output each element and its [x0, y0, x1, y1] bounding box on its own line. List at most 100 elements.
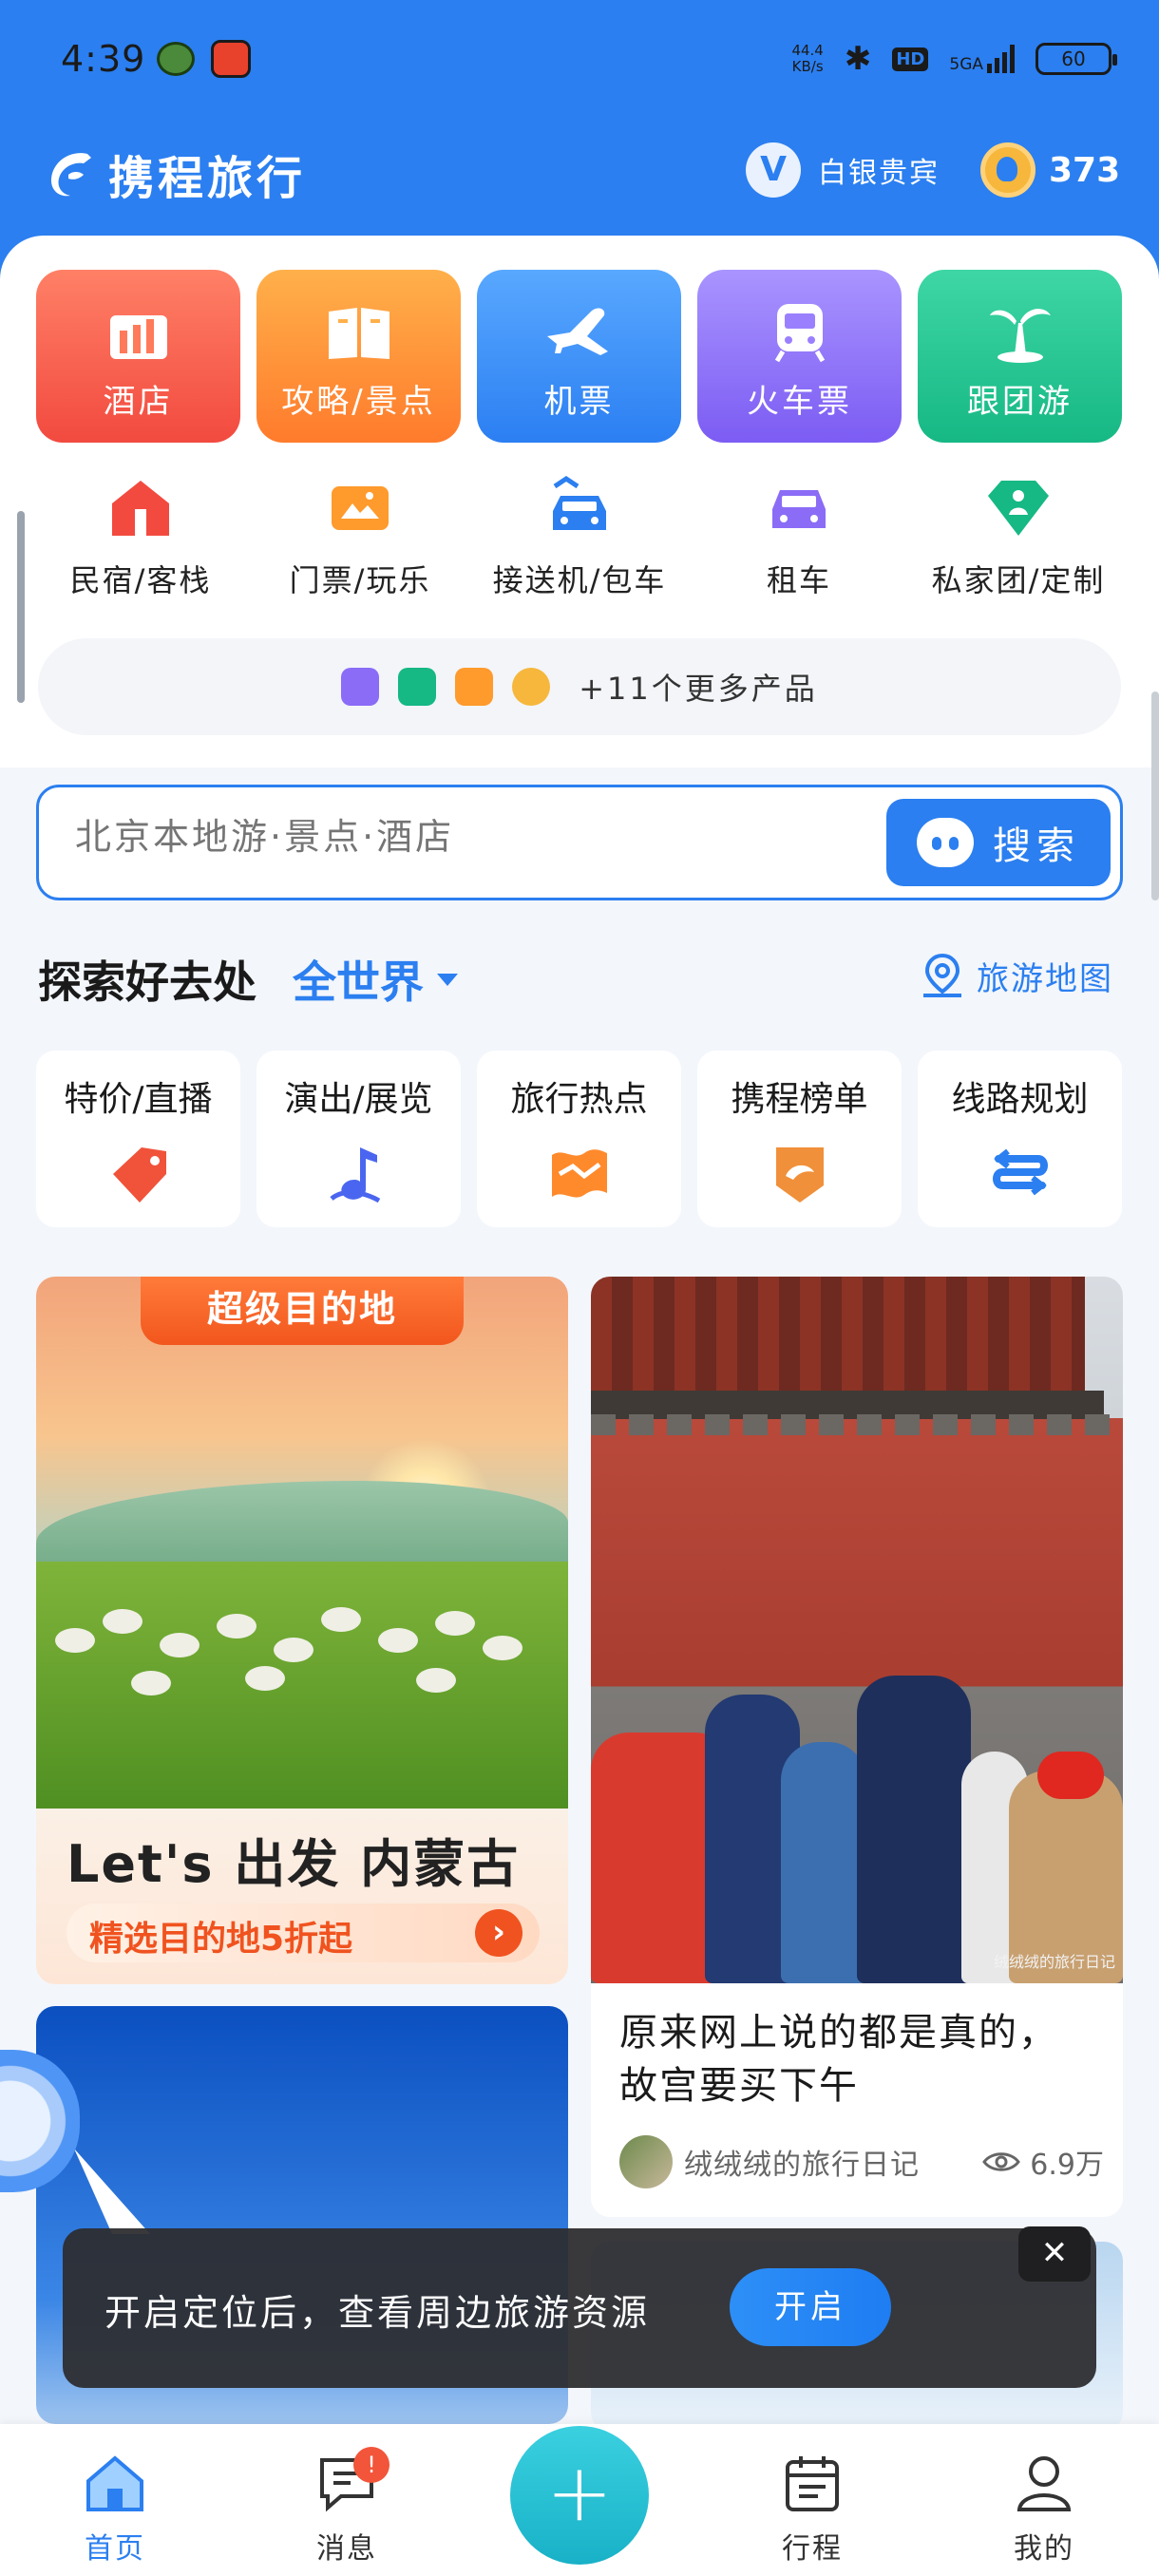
dolphin-logo-icon [50, 153, 91, 197]
subnav-private-tour[interactable]: 私家团/定制 [914, 475, 1123, 600]
money-bag-icon [512, 668, 551, 706]
view-count-value: 6.9万 [1030, 2149, 1104, 2182]
subnav-shuttle[interactable]: 接送机/包车 [475, 475, 684, 600]
vip-badge-icon: V [746, 142, 801, 198]
close-icon[interactable]: ✕ [1018, 2226, 1091, 2282]
category-rankings-label: 携程榜单 [731, 1080, 868, 1119]
explore-title: 探索好去处 [38, 957, 256, 1008]
private-tour-icon [988, 481, 1049, 536]
tab-trips-label: 行程 [782, 2532, 843, 2566]
subnav-homestay[interactable]: 民宿/客栈 [36, 475, 245, 600]
post-title: 原来网上说的都是真的，故宫要买下午 [619, 2011, 1058, 2108]
travel-map-label: 旅游地图 [977, 959, 1113, 998]
coins-balance[interactable]: 373 [980, 142, 1120, 198]
category-shows[interactable]: 演出/展览 [256, 1051, 461, 1227]
home-icon [86, 2455, 143, 2511]
category-routes[interactable]: 线路规划 [918, 1051, 1122, 1227]
bus-icon [341, 668, 380, 706]
tab-home[interactable]: 首页 [53, 2453, 177, 2567]
grassland [36, 1562, 568, 1809]
promo-deal-text: 精选目的地5折起 [89, 1920, 353, 1959]
shuttle-car-icon [553, 475, 606, 530]
subnav-shuttle-label: 接送机/包车 [492, 562, 667, 598]
brand-name: 携程旅行 [108, 152, 307, 205]
chevron-right-icon[interactable]: › [475, 1909, 522, 1957]
member-level[interactable]: V 白银贵宾 [746, 142, 940, 198]
category-shows-label: 演出/展览 [284, 1080, 433, 1119]
tab-messages-label: 消息 [316, 2532, 377, 2566]
tab-home-label: 首页 [85, 2532, 145, 2566]
network-speed-value: 44.4 [791, 42, 824, 59]
status-indicators: 44.4 KB/s ✱ HD 5GA 60 [791, 40, 1117, 78]
tile-train-label: 火车票 [747, 383, 852, 421]
tile-tour[interactable]: 跟团游 [918, 270, 1122, 443]
page-scrollbar[interactable] [1151, 691, 1159, 900]
travel-map-link[interactable]: 旅游地图 [920, 952, 1113, 999]
subnav-homestay-label: 民宿/客栈 [69, 562, 212, 598]
add-button[interactable]: + [510, 2426, 649, 2565]
music-note-icon [329, 1147, 380, 1203]
category-hotspots[interactable]: 旅行热点 [477, 1051, 681, 1227]
main-service-tiles: 酒店 攻略/景点 机票 火车票 跟团游 [36, 270, 1122, 443]
subnav-private-tour-label: 私家团/定制 [931, 562, 1106, 598]
airplane-tail-icon [74, 2149, 150, 2234]
tile-tour-label: 跟团游 [967, 383, 1073, 421]
bluetooth-icon: ✱ [844, 40, 872, 78]
app-notification-icon-2 [211, 40, 251, 78]
brand-logo[interactable]: 携程旅行 [44, 141, 306, 207]
search-button-label: 搜索 [993, 824, 1080, 868]
palm-tree-icon [989, 309, 1051, 363]
post-card-forbidden-city[interactable]: 绒绒绒的旅行日记 原来网上说的都是真的，故宫要买下午 绒绒绒的旅行日记 6.9万 [591, 1277, 1123, 2217]
signal-icon: 5GA [949, 45, 1015, 73]
ranking-icon [775, 1147, 824, 1203]
tile-hotel[interactable]: 酒店 [36, 270, 240, 443]
more-products-bar[interactable]: +11个更多产品 [38, 638, 1121, 735]
category-deals[interactable]: 特价/直播 [36, 1051, 240, 1227]
network-speed-unit: KB/s [791, 58, 824, 75]
subnav-rental-label: 租车 [766, 562, 831, 598]
promo-image [36, 1277, 568, 1809]
status-time: 4:39 [61, 38, 146, 80]
coin-count: 373 [1049, 150, 1121, 190]
price-tag-icon [112, 1147, 166, 1203]
tile-train[interactable]: 火车票 [697, 270, 902, 443]
super-destination-badge: 超级目的地 [141, 1277, 464, 1345]
author-name: 绒绒绒的旅行日记 [684, 2149, 920, 2182]
map-pin-icon [923, 953, 961, 997]
tab-messages[interactable]: ! 消息 [285, 2447, 408, 2567]
promo-card-inner-mongolia[interactable]: 超级目的地 Let's 出发 内蒙古 精选目的地5折起 › [36, 1277, 568, 1984]
ai-assistant-icon [917, 818, 974, 867]
scope-label: 全世界 [293, 957, 424, 1008]
scope-selector[interactable]: 全世界 [293, 948, 458, 1011]
view-count: 6.9万 [982, 2141, 1104, 2183]
subnav-tickets-label: 门票/玩乐 [289, 562, 431, 598]
subnav-rental[interactable]: 租车 [694, 475, 903, 600]
avatar [619, 2135, 673, 2188]
tile-guide[interactable]: 攻略/景点 [256, 270, 461, 443]
hd-icon: HD [892, 47, 929, 71]
tab-trips[interactable]: 行程 [750, 2453, 874, 2567]
notification-badge: ! [353, 2447, 390, 2483]
shopping-bag-icon [455, 668, 494, 706]
explore-categories: 特价/直播 演出/展览 旅行热点 携程榜单 线路规划 [36, 1051, 1122, 1227]
category-rankings[interactable]: 携程榜单 [697, 1051, 902, 1227]
cruise-icon [398, 668, 437, 706]
battery-icon: 60 [1036, 43, 1117, 75]
tab-profile[interactable]: 我的 [982, 2453, 1106, 2567]
search-button[interactable]: 搜索 [886, 799, 1111, 886]
category-hotspots-label: 旅行热点 [510, 1080, 648, 1119]
search-box: 搜索 [36, 785, 1123, 900]
subnav-tickets[interactable]: 门票/玩乐 [256, 475, 465, 600]
promo-headline: Let's 出发 内蒙古 [66, 1834, 521, 1894]
tile-flight[interactable]: 机票 [477, 270, 681, 443]
route-icon [992, 1148, 1048, 1196]
profile-icon [1016, 2456, 1072, 2511]
more-products-label: +11个更多产品 [579, 671, 818, 707]
search-input[interactable] [75, 816, 816, 858]
member-level-label: 白银贵宾 [818, 157, 940, 190]
enable-location-button[interactable]: 开启 [730, 2268, 891, 2346]
post-meta: 绒绒绒的旅行日记 6.9万 [619, 2135, 1104, 2188]
post-author[interactable]: 绒绒绒的旅行日记 [619, 2135, 920, 2188]
eye-icon [982, 2152, 1021, 2171]
ticket-icon [332, 486, 389, 530]
